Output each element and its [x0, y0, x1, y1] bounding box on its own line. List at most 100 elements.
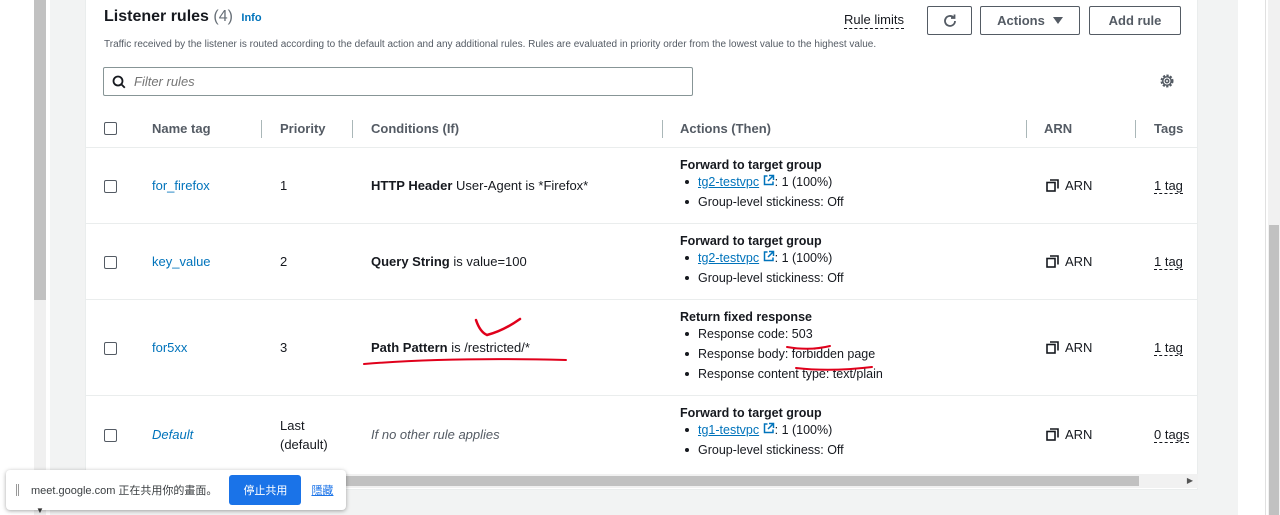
refresh-icon: [943, 14, 956, 27]
tags-link[interactable]: 1 tag: [1154, 178, 1183, 194]
column-header-tags[interactable]: Tags: [1154, 121, 1183, 136]
column-separator[interactable]: [1026, 120, 1027, 138]
stickiness-item: Group-level stickiness: Off: [680, 192, 844, 212]
priority-line: Last: [280, 418, 305, 433]
condition-key: Query String: [371, 254, 450, 269]
rule-name-link[interactable]: for5xx: [152, 340, 187, 355]
grip-icon[interactable]: [16, 484, 19, 496]
row-checkbox[interactable]: [104, 429, 117, 442]
column-separator[interactable]: [352, 120, 353, 138]
rule-priority: 1: [280, 178, 288, 193]
tags-link[interactable]: 1 tag: [1154, 254, 1183, 270]
target-weight: : 1 (100%): [774, 175, 833, 189]
gear-icon[interactable]: [1159, 73, 1175, 89]
add-rule-button[interactable]: Add rule: [1089, 6, 1181, 35]
filter-rules-input[interactable]: [132, 73, 632, 90]
action-title: Return fixed response: [680, 310, 812, 324]
rule-condition: If no other rule applies: [371, 427, 500, 442]
external-link-icon[interactable]: [763, 250, 775, 262]
info-link[interactable]: Info: [241, 12, 261, 24]
screen-share-message: meet.google.com 正在共用你的畫面。: [31, 485, 218, 497]
copy-arn-button[interactable]: ARN: [1046, 340, 1092, 355]
action-title: Forward to target group: [680, 158, 822, 172]
row-checkbox[interactable]: [104, 256, 117, 269]
rule-action: Return fixed response Response code: 503…: [680, 310, 883, 384]
target-group-link[interactable]: tg2-testvpc: [698, 175, 759, 189]
rule-name-link[interactable]: key_value: [152, 254, 211, 269]
horizontal-scrollbar-thumb[interactable]: [260, 476, 1139, 486]
column-header-actions[interactable]: Actions (Then): [680, 121, 771, 136]
column-header-name-tag[interactable]: Name tag: [152, 121, 211, 136]
stickiness-item: Group-level stickiness: Off: [680, 440, 844, 460]
actions-button[interactable]: Actions: [980, 6, 1080, 35]
condition-key: HTTP Header: [371, 178, 453, 193]
priority-line: (default): [280, 437, 328, 452]
response-type-item: Response content type: text/plain: [680, 364, 883, 384]
copy-arn-button[interactable]: ARN: [1046, 254, 1092, 269]
panel-title: Listener rules (4): [104, 8, 233, 25]
rule-name-link[interactable]: Default: [152, 427, 193, 442]
stop-sharing-button[interactable]: 停止共用: [229, 475, 302, 505]
arn-label: ARN: [1065, 427, 1093, 442]
table-row[interactable]: for5xx 3 Path Pattern is /restricted/* R…: [86, 300, 1197, 396]
panel-title-text: Listener rules: [104, 8, 209, 25]
stickiness-item: Group-level stickiness: Off: [680, 268, 844, 288]
copy-icon: [1046, 179, 1059, 192]
rule-limits-link[interactable]: Rule limits: [844, 12, 904, 29]
copy-arn-button[interactable]: ARN: [1046, 427, 1092, 442]
column-header-priority[interactable]: Priority: [280, 121, 326, 136]
response-code-item: Response code: 503: [680, 324, 883, 344]
table-row[interactable]: for_firefox 1 HTTP Header User-Agent is …: [86, 148, 1197, 224]
column-separator[interactable]: [662, 120, 663, 138]
row-checkbox[interactable]: [104, 342, 117, 355]
column-header-conditions[interactable]: Conditions (If): [371, 121, 459, 136]
refresh-button[interactable]: [927, 6, 972, 35]
target-weight: : 1 (100%): [774, 423, 833, 437]
target-weight: : 1 (100%): [774, 251, 833, 265]
rules-table: Name tag Priority Conditions (If) Action…: [86, 110, 1197, 457]
left-scrollbar-thumb[interactable]: [34, 0, 46, 300]
table-header: Name tag Priority Conditions (If) Action…: [86, 110, 1197, 148]
target-group-item: tg1-testvpc : 1 (100%): [680, 420, 844, 440]
table-row[interactable]: key_value 2 Query String is value=100 Fo…: [86, 224, 1197, 300]
screen-share-bar: meet.google.com 正在共用你的畫面。 停止共用 隱藏: [6, 470, 346, 510]
column-separator[interactable]: [1135, 120, 1136, 138]
rule-condition: Query String is value=100: [371, 254, 527, 269]
condition-key: Path Pattern: [371, 340, 448, 355]
copy-arn-button[interactable]: ARN: [1046, 178, 1092, 193]
select-all-checkbox[interactable]: [104, 122, 117, 135]
search-icon: [112, 75, 126, 88]
rule-condition: HTTP Header User-Agent is *Firefox*: [371, 178, 588, 193]
column-separator[interactable]: [261, 120, 262, 138]
rule-name-link[interactable]: for_firefox: [152, 178, 210, 193]
right-scrollbar-thumb[interactable]: [1269, 225, 1279, 515]
table-row[interactable]: Default Last (default) If no other rule …: [86, 396, 1197, 476]
external-link-icon[interactable]: [763, 174, 775, 186]
panel-description: Traffic received by the listener is rout…: [104, 39, 877, 50]
right-divider: [1265, 0, 1266, 515]
external-link-icon[interactable]: [763, 422, 775, 434]
target-group-link[interactable]: tg1-testvpc: [698, 423, 759, 437]
response-body-item: Response body: forbidden page: [680, 344, 883, 364]
copy-icon: [1046, 341, 1059, 354]
rule-priority: 3: [280, 340, 288, 355]
rule-action: Forward to target group tg1-testvpc : 1 …: [680, 406, 844, 460]
target-group-link[interactable]: tg2-testvpc: [698, 251, 759, 265]
horizontal-scrollbar[interactable]: ▶: [260, 474, 1198, 488]
hide-share-bar-link[interactable]: 隱藏: [311, 482, 333, 498]
tags-link[interactable]: 1 tag: [1154, 340, 1183, 356]
arn-label: ARN: [1065, 340, 1093, 355]
actions-label: Actions: [997, 13, 1045, 28]
filter-rules-field[interactable]: [103, 67, 693, 96]
caret-down-icon[interactable]: ▼: [36, 506, 44, 515]
target-group-item: tg2-testvpc : 1 (100%): [680, 248, 844, 268]
rule-priority: Last (default): [280, 416, 328, 454]
scroll-right-arrow-icon[interactable]: ▶: [1187, 474, 1193, 488]
column-header-arn[interactable]: ARN: [1044, 121, 1072, 136]
target-group-item: tg2-testvpc : 1 (100%): [680, 172, 844, 192]
row-checkbox[interactable]: [104, 180, 117, 193]
tags-link[interactable]: 0 tags: [1154, 427, 1190, 443]
rule-action: Forward to target group tg2-testvpc : 1 …: [680, 234, 844, 288]
left-scrollbar[interactable]: [0, 0, 50, 515]
right-scrollbar[interactable]: [1238, 0, 1280, 515]
